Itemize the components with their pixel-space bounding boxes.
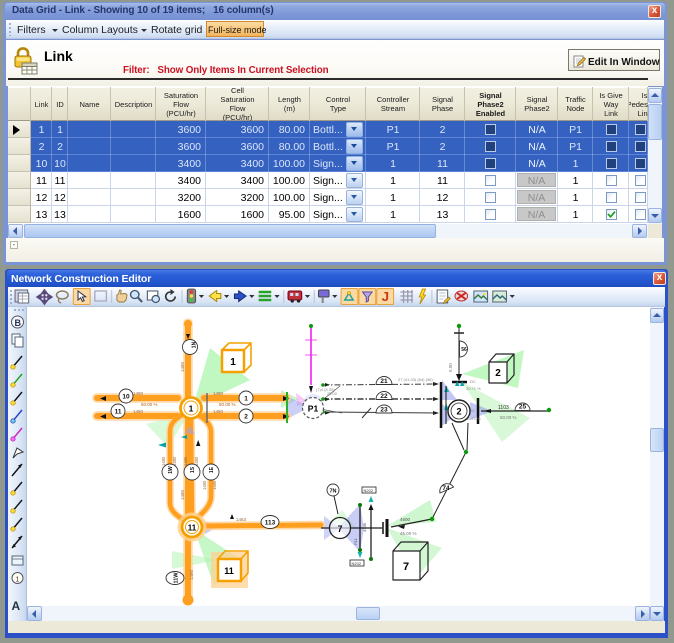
svg-text:1480: 1480: [180, 489, 185, 500]
svg-text:21: 21: [380, 378, 388, 385]
svg-text:B: B: [15, 318, 22, 328]
svg-text:27 (41.03) (84) (96): 27 (41.03) (84) (96): [398, 377, 433, 382]
svg-text:50.00 %: 50.00 %: [141, 402, 158, 407]
svg-text:1480: 1480: [133, 409, 144, 414]
svg-text:DC: DC: [470, 379, 476, 384]
svg-text:11W: 11W: [174, 572, 180, 584]
svg-text:7N: 7N: [329, 489, 336, 495]
svg-text:(7)4 (4.00): (7)4 (4.00): [316, 387, 335, 392]
svg-text:P11: P11: [353, 537, 358, 545]
svg-text:1480: 1480: [202, 480, 207, 490]
svg-text:2: 2: [244, 414, 248, 421]
svg-text:113: 113: [265, 520, 276, 527]
svg-text:1480: 1480: [183, 456, 188, 466]
svg-text:11: 11: [224, 566, 234, 576]
svg-text:1480: 1480: [133, 391, 144, 396]
svg-text:7: 7: [337, 524, 342, 534]
svg-text:1S: 1S: [190, 466, 196, 473]
svg-text:1480: 1480: [180, 361, 185, 372]
svg-text:2: 2: [495, 368, 501, 379]
svg-text:1E: 1E: [209, 466, 215, 473]
svg-text:23: 23: [380, 407, 388, 414]
svg-text:1: 1: [16, 577, 20, 584]
svg-text:A: A: [12, 599, 21, 613]
svg-text:N202: N202: [364, 488, 374, 493]
svg-text:11: 11: [188, 524, 197, 533]
svg-text:25: 25: [519, 404, 527, 411]
svg-text:2: 2: [456, 407, 461, 417]
svg-text:50.00 %: 50.00 %: [500, 415, 517, 420]
svg-text:1: 1: [189, 404, 194, 414]
svg-text:7: 7: [403, 561, 409, 573]
svg-text:10: 10: [122, 394, 130, 401]
svg-text:46.00 %: 46.00 %: [400, 531, 417, 536]
svg-text:5.00: 5.00: [448, 363, 453, 372]
svg-text:20.71 %: 20.71 %: [466, 386, 481, 391]
svg-text:11: 11: [115, 409, 122, 416]
svg-text:1: 1: [244, 396, 248, 403]
svg-text:J: J: [381, 289, 389, 304]
svg-text:22: 22: [380, 393, 388, 400]
svg-text:1W: 1W: [168, 466, 174, 474]
svg-text:1463: 1463: [236, 517, 247, 522]
svg-text:1480: 1480: [161, 456, 166, 466]
svg-text:1103: 1103: [498, 405, 509, 411]
svg-text:56: 56: [461, 347, 467, 353]
svg-text:1480: 1480: [189, 569, 194, 580]
svg-text:4600: 4600: [400, 517, 411, 522]
svg-text:1480: 1480: [213, 409, 224, 414]
svg-text:1480: 1480: [213, 391, 224, 396]
svg-text:1480: 1480: [212, 480, 217, 490]
svg-text:N202: N202: [352, 561, 362, 566]
svg-text:74: 74: [442, 485, 450, 492]
svg-text:P1: P1: [308, 404, 319, 414]
svg-text:50.00 %: 50.00 %: [219, 402, 236, 407]
svg-text:1N: 1N: [192, 341, 198, 348]
svg-text:1: 1: [230, 357, 236, 368]
svg-text:4148: 4148: [362, 522, 367, 532]
